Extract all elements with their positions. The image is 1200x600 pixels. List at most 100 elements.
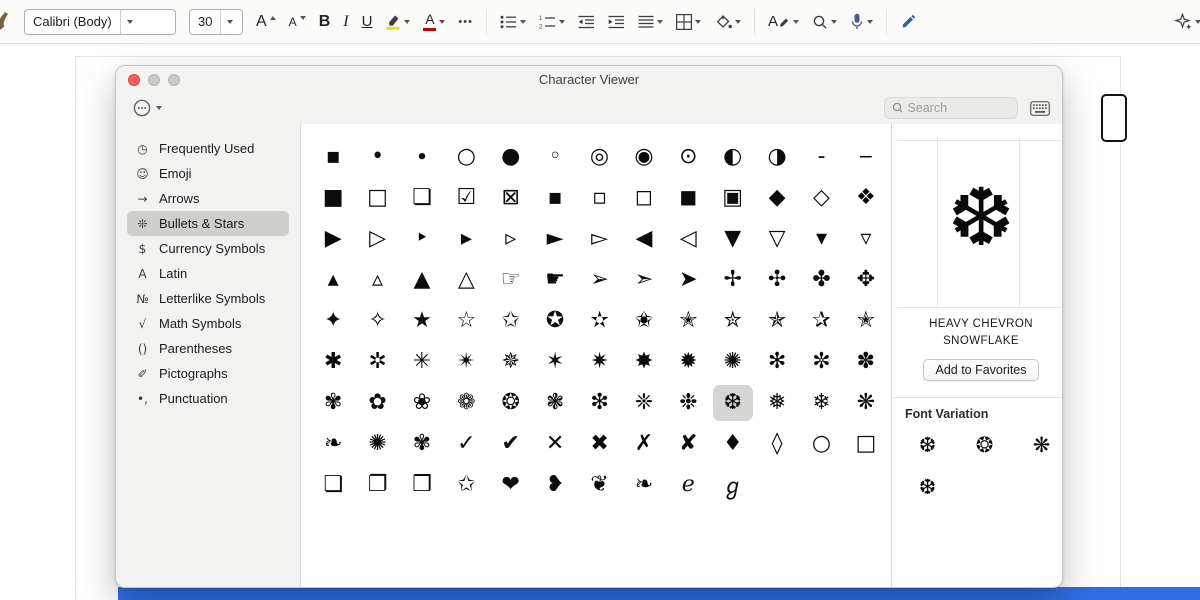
- styles-button[interactable]: A: [768, 8, 799, 36]
- character-cell[interactable]: ‐: [801, 139, 841, 175]
- character-cell[interactable]: ✺: [713, 344, 753, 380]
- character-cell[interactable]: ⊙: [668, 139, 708, 175]
- character-cell[interactable]: ✭: [668, 303, 708, 339]
- character-cell[interactable]: ○: [801, 426, 841, 462]
- character-cell[interactable]: ★: [402, 303, 442, 339]
- character-cell[interactable]: ✖: [580, 426, 620, 462]
- character-cell[interactable]: ◼: [668, 180, 708, 216]
- character-cell[interactable]: ◀: [624, 221, 664, 257]
- numbering-button[interactable]: 12: [539, 8, 565, 36]
- character-cell[interactable]: ▪: [535, 180, 575, 216]
- sidebar-item-letterlike-symbols[interactable]: №Letterlike Symbols: [127, 286, 289, 311]
- character-cell[interactable]: ▵: [358, 262, 398, 298]
- more-formatting-button[interactable]: •••: [458, 8, 473, 36]
- character-cell[interactable]: •: [358, 139, 398, 175]
- character-cell[interactable]: ◻: [624, 180, 664, 216]
- character-cell[interactable]: ●: [491, 139, 531, 175]
- bullets-button[interactable]: [500, 8, 526, 36]
- character-cell[interactable]: ✳: [402, 344, 442, 380]
- font-variation-glyph[interactable]: ❋: [1013, 424, 1063, 466]
- character-cell[interactable]: ❖: [846, 180, 886, 216]
- character-cell[interactable]: ✼: [801, 344, 841, 380]
- character-cell[interactable]: □: [358, 180, 398, 216]
- character-cell[interactable]: ▼: [713, 221, 753, 257]
- character-cell[interactable]: ✵: [491, 344, 531, 380]
- character-cell[interactable]: ✲: [358, 344, 398, 380]
- font-color-button[interactable]: A: [423, 8, 445, 36]
- character-cell[interactable]: ✭: [846, 303, 886, 339]
- character-cell[interactable]: ▻: [580, 221, 620, 257]
- character-cell[interactable]: ✗: [624, 426, 664, 462]
- character-cell[interactable]: ❒: [402, 467, 442, 503]
- character-cell[interactable]: ❀: [402, 385, 442, 421]
- character-cell[interactable]: ❐: [358, 467, 398, 503]
- character-cell[interactable]: ✮: [713, 303, 753, 339]
- minimize-button[interactable]: [148, 74, 160, 86]
- character-cell[interactable]: ❏: [313, 467, 353, 503]
- character-cell[interactable]: ✾: [402, 426, 442, 462]
- character-cell[interactable]: ▸: [446, 221, 486, 257]
- character-cell[interactable]: ✕: [535, 426, 575, 462]
- font-variation-glyph[interactable]: ❆: [899, 466, 956, 508]
- character-cell[interactable]: ℯ: [668, 467, 708, 503]
- sidebar-item-punctuation[interactable]: •,Punctuation: [127, 386, 289, 411]
- character-cell[interactable]: ✹: [668, 344, 708, 380]
- character-cell[interactable]: ▶: [313, 221, 353, 257]
- sidebar-item-bullets-stars[interactable]: ❊Bullets & Stars: [127, 211, 289, 236]
- character-cell[interactable]: ❃: [535, 385, 575, 421]
- character-cell[interactable]: ▲: [402, 262, 442, 298]
- character-cell[interactable]: ◉: [624, 139, 664, 175]
- character-cell[interactable]: ✢: [713, 262, 753, 298]
- character-cell[interactable]: ◑: [757, 139, 797, 175]
- character-cell[interactable]: ✫: [580, 303, 620, 339]
- character-cell[interactable]: ◊: [757, 426, 797, 462]
- borders-button[interactable]: [676, 8, 701, 36]
- character-cell[interactable]: ✿: [358, 385, 398, 421]
- editor-button[interactable]: [900, 8, 917, 36]
- format-painter-button[interactable]: [0, 8, 9, 36]
- character-cell[interactable]: ✷: [580, 344, 620, 380]
- character-cell[interactable]: ❉: [668, 385, 708, 421]
- font-name-select[interactable]: Calibri (Body): [24, 9, 176, 35]
- character-cell[interactable]: ☆: [446, 303, 486, 339]
- character-cell[interactable]: ▿: [846, 221, 886, 257]
- highlight-button[interactable]: [385, 8, 410, 36]
- character-cell[interactable]: ✸: [624, 344, 664, 380]
- italic-button[interactable]: I: [343, 8, 348, 36]
- sidebar-item-pictographs[interactable]: ✐Pictographs: [127, 361, 289, 386]
- character-cell[interactable]: ⊠: [491, 180, 531, 216]
- character-cell[interactable]: ▾: [801, 221, 841, 257]
- character-cell[interactable]: ❧: [313, 426, 353, 462]
- character-cell[interactable]: ◐: [713, 139, 753, 175]
- character-cell[interactable]: ❂: [491, 385, 531, 421]
- character-cell[interactable]: ✬: [624, 303, 664, 339]
- add-to-favorites-button[interactable]: Add to Favorites: [923, 359, 1038, 381]
- character-cell[interactable]: ✥: [846, 262, 886, 298]
- character-cell[interactable]: ◆: [757, 180, 797, 216]
- character-cell[interactable]: ✯: [757, 303, 797, 339]
- character-cell[interactable]: ▪: [313, 139, 353, 175]
- search-field[interactable]: [884, 97, 1018, 119]
- alignment-button[interactable]: [638, 8, 663, 36]
- character-cell[interactable]: ∙: [402, 139, 442, 175]
- character-cell[interactable]: ‣: [402, 221, 442, 257]
- search-input[interactable]: [907, 101, 1010, 115]
- font-size-select[interactable]: 30: [189, 9, 243, 35]
- character-cell[interactable]: ✽: [846, 344, 886, 380]
- character-cell[interactable]: ◦: [535, 139, 575, 175]
- character-cell[interactable]: ℊ: [713, 467, 753, 503]
- character-cell[interactable]: ○: [446, 139, 486, 175]
- character-cell[interactable]: ♦: [713, 426, 753, 462]
- character-cell[interactable]: ✻: [757, 344, 797, 380]
- character-cell[interactable]: ▫: [580, 180, 620, 216]
- character-cell[interactable]: ✴: [446, 344, 486, 380]
- character-cell[interactable]: ❈: [624, 385, 664, 421]
- character-cell[interactable]: ☛: [535, 262, 575, 298]
- character-cell[interactable]: ◎: [580, 139, 620, 175]
- character-cell[interactable]: □: [846, 426, 886, 462]
- character-cell[interactable]: ✪: [535, 303, 575, 339]
- sidebar-item-math-symbols[interactable]: √Math Symbols: [127, 311, 289, 336]
- keyboard-viewer-button[interactable]: [1030, 101, 1050, 116]
- character-cell[interactable]: ✩: [491, 303, 531, 339]
- increase-indent-button[interactable]: [608, 8, 625, 36]
